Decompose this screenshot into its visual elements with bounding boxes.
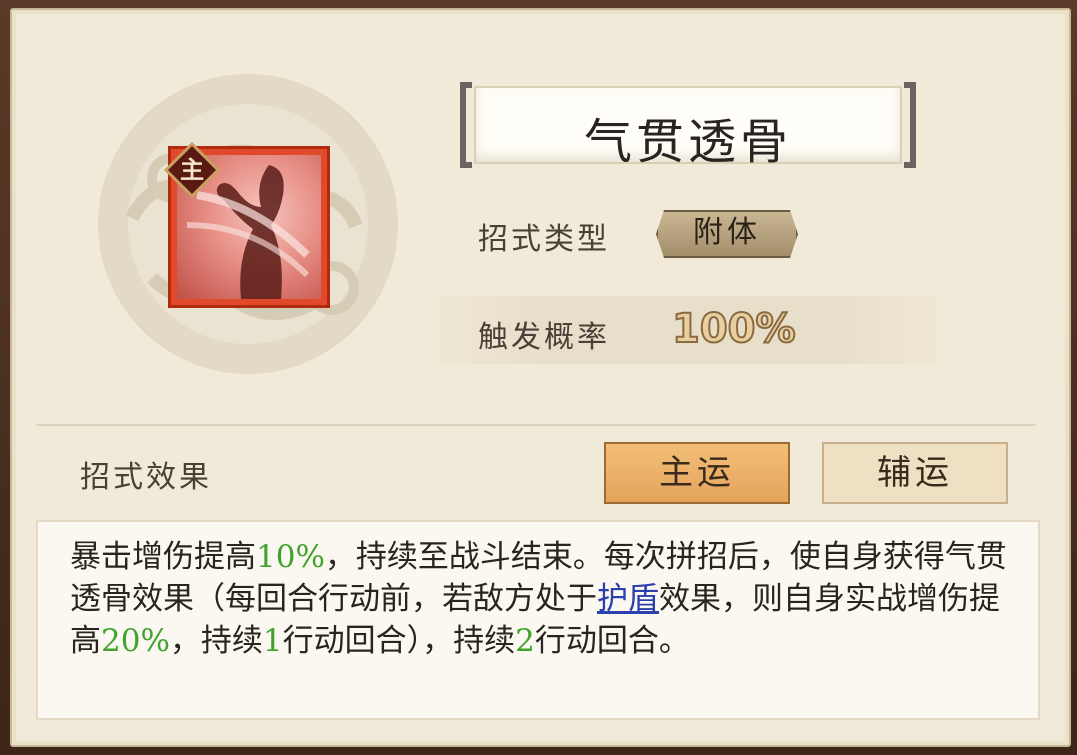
right-bracket bbox=[904, 82, 916, 168]
trigger-prob-label: 触发概率 bbox=[478, 320, 610, 355]
left-bracket bbox=[460, 82, 472, 168]
shield-keyword-link[interactable]: 护盾 bbox=[597, 581, 659, 617]
effect-description: 暴击增伤提高10%，持续至战斗结束。每次拼招后，使自身获得气贯透骨效果（每回合行… bbox=[70, 536, 1010, 662]
main-badge-label: 主 bbox=[180, 155, 204, 184]
skill-type-badge: 附体 bbox=[656, 210, 798, 258]
section-divider bbox=[36, 424, 1036, 426]
effect-segment: 行动回合），持续 bbox=[282, 623, 516, 659]
trigger-prob-value: 100% bbox=[671, 305, 797, 353]
effect-segment: 行动回合。 bbox=[534, 623, 690, 659]
title-plate-bg: 气贯透骨 bbox=[474, 86, 902, 170]
effect-segment: ，持续 bbox=[169, 623, 263, 659]
skill-title-plate: 气贯透骨 bbox=[460, 82, 916, 170]
aux-mode-tab[interactable]: 辅运 bbox=[822, 442, 1008, 504]
skill-type-label: 招式类型 bbox=[478, 222, 610, 257]
effect-segment: 暴击增伤提高 bbox=[70, 539, 256, 575]
effect-value-highlight: 2 bbox=[515, 623, 535, 659]
skill-name: 气贯透骨 bbox=[583, 114, 792, 170]
effect-section-label: 招式效果 bbox=[80, 460, 212, 495]
effect-value-highlight: 1 bbox=[262, 623, 283, 659]
effect-value-highlight: 20% bbox=[101, 623, 170, 659]
main-mode-tab[interactable]: 主运 bbox=[604, 442, 790, 504]
effect-description-box: 暴击增伤提高10%，持续至战斗结束。每次拼招后，使自身获得气贯透骨效果（每回合行… bbox=[36, 520, 1040, 720]
effect-value-highlight: 10% bbox=[256, 539, 325, 575]
